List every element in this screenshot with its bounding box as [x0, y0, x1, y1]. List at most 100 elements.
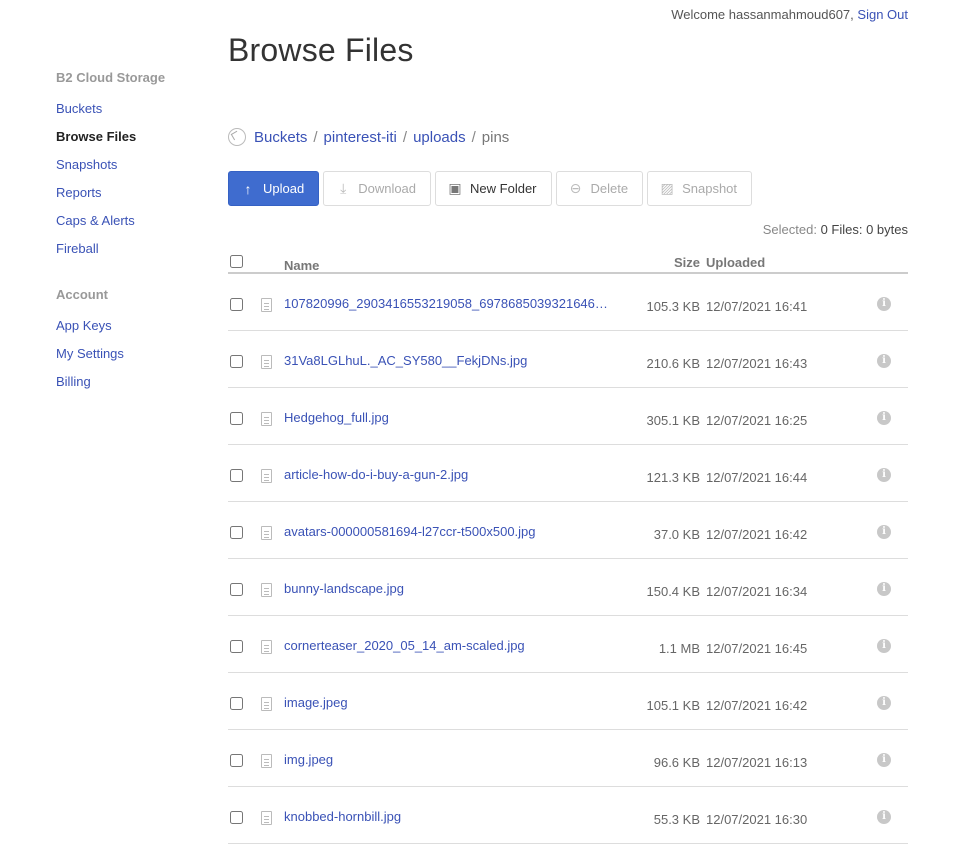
- file-icon: [261, 412, 272, 426]
- upload-label: Upload: [263, 181, 305, 196]
- sidebar-item-reports[interactable]: Reports: [56, 183, 216, 211]
- info-icon[interactable]: i: [877, 354, 891, 368]
- selected-label: Selected:: [762, 222, 817, 237]
- file-icon: [261, 640, 272, 654]
- info-icon[interactable]: i: [877, 810, 891, 824]
- file-uploaded-date: 12/07/2021 16:43: [706, 356, 808, 371]
- table-row[interactable]: img.jpeg 96.6 KB 12/07/2021 16:13 i: [228, 730, 908, 787]
- file-name-link[interactable]: avatars-000000581694-l27ccr-t500x500.jpg: [284, 524, 614, 539]
- file-table: Name Size Uploaded 107820996_29034165532…: [228, 250, 908, 844]
- file-name-link[interactable]: cornerteaser_2020_05_14_am-scaled.jpg: [284, 638, 614, 653]
- row-checkbox[interactable]: [230, 583, 243, 596]
- upload-button[interactable]: ↑ Upload: [228, 171, 320, 206]
- selection-summary: Selected: 0 Files: 0 bytes: [763, 222, 908, 237]
- b2-heading: B2 Cloud Storage: [56, 70, 166, 85]
- account-heading: Account: [56, 287, 108, 302]
- row-checkbox[interactable]: [230, 697, 243, 710]
- breadcrumb-folder[interactable]: uploads: [413, 129, 466, 146]
- row-checkbox[interactable]: [230, 754, 243, 767]
- info-icon[interactable]: i: [877, 639, 891, 653]
- table-header: Name Size Uploaded: [228, 250, 908, 274]
- sidebar: B2 Cloud Storage Buckets Browse Files Sn…: [56, 70, 216, 420]
- file-icon: [261, 583, 272, 597]
- file-uploaded-date: 12/07/2021 16:44: [706, 470, 808, 485]
- row-checkbox[interactable]: [230, 526, 243, 539]
- sidebar-item-billing[interactable]: Billing: [56, 372, 216, 400]
- table-row[interactable]: bunny-landscape.jpg 150.4 KB 12/07/2021 16…: [228, 559, 908, 616]
- row-checkbox[interactable]: [230, 640, 243, 653]
- refresh-icon[interactable]: [228, 128, 246, 146]
- account-group: Account App Keys My Settings Billing: [56, 287, 216, 400]
- row-checkbox[interactable]: [230, 355, 243, 368]
- file-uploaded-date: 12/07/2021 16:13: [706, 755, 808, 770]
- sidebar-item-app-keys[interactable]: App Keys: [56, 316, 216, 344]
- breadcrumb-separator: /: [402, 128, 408, 146]
- file-name-link[interactable]: knobbed-hornbill.jpg: [284, 809, 614, 824]
- file-name-link[interactable]: Hedgehog_full.jpg: [284, 410, 614, 425]
- minus-circle-icon: ⊖: [569, 180, 582, 196]
- table-row[interactable]: 107820996_2903416553219058_6978685039321…: [228, 274, 908, 331]
- download-button[interactable]: ⤓ Download: [323, 171, 432, 206]
- file-name-link[interactable]: 107820996_2903416553219058_6978685039321…: [284, 296, 614, 311]
- file-icon: [261, 298, 272, 312]
- file-size: 55.3 KB: [653, 812, 700, 827]
- file-uploaded-date: 12/07/2021 16:42: [706, 698, 808, 713]
- table-row[interactable]: article-how-do-i-buy-a-gun-2.jpg 121.3 KB…: [228, 445, 908, 502]
- table-row[interactable]: 31Va8LGLhuL._AC_SY580__FekjDNs.jpg 210.6 …: [228, 331, 908, 388]
- breadcrumb-buckets[interactable]: Buckets: [254, 129, 307, 146]
- row-checkbox[interactable]: [230, 811, 243, 824]
- sidebar-item-snapshots[interactable]: Snapshots: [56, 155, 216, 183]
- row-checkbox[interactable]: [230, 469, 243, 482]
- file-size: 121.3 KB: [646, 470, 701, 485]
- table-row[interactable]: Hedgehog_full.jpg 305.1 KB 12/07/2021 16:2…: [228, 388, 908, 445]
- column-header-uploaded[interactable]: Uploaded: [706, 255, 765, 270]
- file-size: 305.1 KB: [646, 413, 701, 428]
- page-title: Browse Files: [228, 32, 414, 68]
- select-all-checkbox[interactable]: [230, 255, 243, 268]
- file-name-link[interactable]: image.jpeg: [284, 695, 614, 710]
- table-row[interactable]: avatars-000000581694-l27ccr-t500x500.jpg…: [228, 502, 908, 559]
- file-icon: [261, 355, 272, 369]
- toolbar: ↑ Upload ⤓ Download ▣ New Folder ⊖ Delet…: [228, 171, 753, 206]
- info-icon[interactable]: i: [877, 468, 891, 482]
- table-row[interactable]: image.jpeg 105.1 KB 12/07/2021 16:42 i: [228, 673, 908, 730]
- file-size: 37.0 KB: [653, 527, 700, 542]
- file-name-link[interactable]: 31Va8LGLhuL._AC_SY580__FekjDNs.jpg: [284, 353, 614, 368]
- file-icon: [261, 697, 272, 711]
- row-checkbox[interactable]: [230, 298, 243, 311]
- file-size: 105.1 KB: [646, 698, 701, 713]
- snapshot-button[interactable]: ▨ Snapshot: [647, 171, 753, 206]
- file-icon: [261, 811, 272, 825]
- sidebar-item-fireball[interactable]: Fireball: [56, 239, 216, 267]
- new-folder-button[interactable]: ▣ New Folder: [435, 171, 552, 206]
- file-size: 105.3 KB: [646, 299, 701, 314]
- info-icon[interactable]: i: [877, 696, 891, 710]
- sidebar-item-browse-files[interactable]: Browse Files: [56, 127, 216, 155]
- welcome-bar: Welcome hassanmahmoud607, Sign Out: [671, 7, 908, 22]
- info-icon[interactable]: i: [877, 753, 891, 767]
- breadcrumb-current: pins: [481, 128, 510, 146]
- info-icon[interactable]: i: [877, 297, 891, 311]
- sidebar-item-buckets[interactable]: Buckets: [56, 99, 216, 127]
- file-name-link[interactable]: article-how-do-i-buy-a-gun-2.jpg: [284, 467, 614, 482]
- file-size: 150.4 KB: [646, 584, 701, 599]
- row-checkbox[interactable]: [230, 412, 243, 425]
- column-header-size[interactable]: Size: [674, 255, 700, 270]
- table-row[interactable]: knobbed-hornbill.jpg 55.3 KB 12/07/2021 16…: [228, 787, 908, 844]
- delete-button[interactable]: ⊖ Delete: [555, 171, 644, 206]
- info-icon[interactable]: i: [877, 525, 891, 539]
- info-icon[interactable]: i: [877, 582, 891, 596]
- file-icon: [261, 526, 272, 540]
- breadcrumb-bucket[interactable]: pinterest-iti: [324, 129, 397, 146]
- new-folder-label: New Folder: [470, 181, 537, 196]
- sidebar-item-my-settings[interactable]: My Settings: [56, 344, 216, 372]
- file-name-link[interactable]: bunny-landscape.jpg: [284, 581, 614, 596]
- table-row[interactable]: cornerteaser_2020_05_14_am-scaled.jpg 1.1…: [228, 616, 908, 673]
- download-icon: ⤓: [340, 180, 347, 196]
- arrow-up-icon: ↑: [244, 180, 252, 197]
- info-icon[interactable]: i: [877, 411, 891, 425]
- sidebar-item-caps-alerts[interactable]: Caps & Alerts: [56, 211, 216, 239]
- column-header-name[interactable]: Name: [284, 258, 319, 273]
- sign-out-link[interactable]: Sign Out: [857, 7, 908, 22]
- file-name-link[interactable]: img.jpeg: [284, 752, 614, 767]
